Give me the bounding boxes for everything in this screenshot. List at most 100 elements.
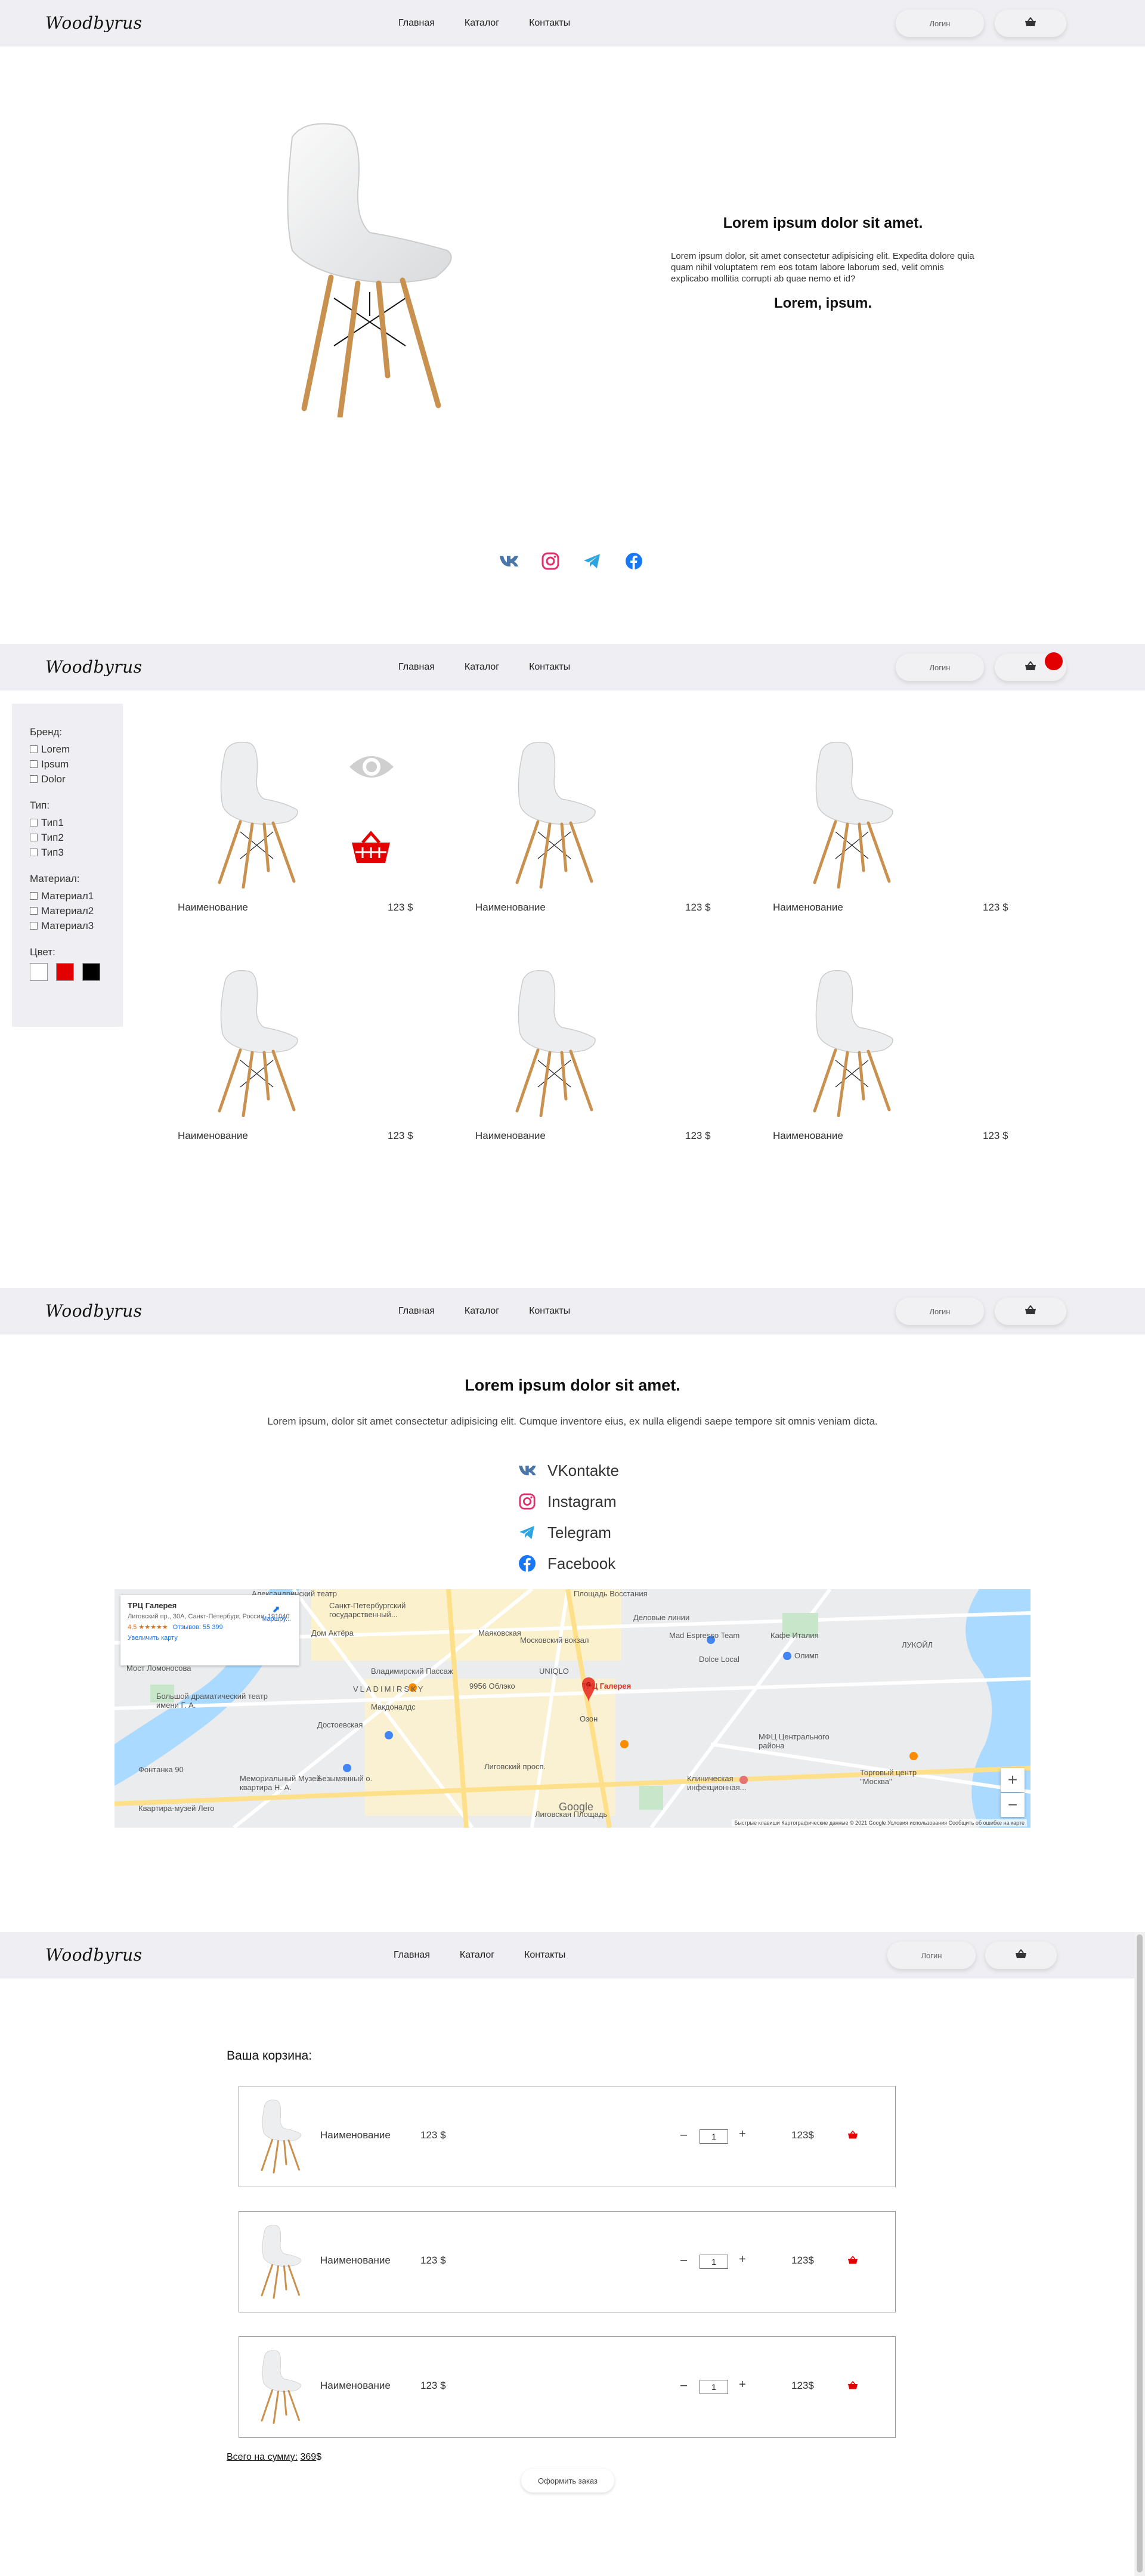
login-button[interactable]: Логин <box>896 10 984 37</box>
social-links <box>499 551 644 571</box>
checkbox[interactable] <box>30 907 38 915</box>
map-label: Площадь Восстания <box>574 1589 648 1598</box>
product-card[interactable]: Наименование 123 $ <box>773 968 1011 1147</box>
filters-panel: Бренд: Lorem Ipsum Dolor Тип: Тип1 Тип2 … <box>12 704 123 1027</box>
scrollbar[interactable] <box>1134 1932 1145 2576</box>
product-card[interactable]: Наименование 123 $ <box>178 968 416 1147</box>
remove-basket-icon[interactable] <box>847 2255 858 2267</box>
nav-contacts[interactable]: Контакты <box>529 1306 570 1317</box>
scrollbar-thumb[interactable] <box>1137 1934 1143 2572</box>
contact-link-telegram[interactable]: Telegram <box>518 1517 619 1548</box>
filter-option[interactable]: Тип3 <box>30 845 123 860</box>
contact-link-facebook[interactable]: Facebook <box>518 1548 619 1579</box>
cart-total-label: Всего на сумму: <box>227 2452 298 2462</box>
cart-item-image <box>256 2348 304 2428</box>
nav-catalog[interactable]: Каталог <box>465 1306 499 1317</box>
nav-catalog[interactable]: Каталог <box>460 1950 494 1961</box>
cart-button[interactable] <box>985 1942 1057 1969</box>
logo[interactable]: Woodbyrus <box>45 13 143 33</box>
basket-icon <box>1015 1948 1027 1962</box>
login-button[interactable]: Логин <box>896 654 984 681</box>
map-label: Dolce Local <box>699 1655 739 1664</box>
type-filter: Тип: Тип1 Тип2 Тип3 <box>30 800 123 860</box>
filter-option[interactable]: Тип1 <box>30 815 123 830</box>
product-name[interactable]: Наименование <box>178 1130 248 1142</box>
checkbox[interactable] <box>30 849 38 856</box>
filter-option[interactable]: Dolor <box>30 772 123 787</box>
contact-link-label: Instagram <box>547 1492 617 1510</box>
checkbox[interactable] <box>30 819 38 826</box>
map-route-link[interactable]: ⬈ Маршру... <box>261 1603 291 1623</box>
nav-home[interactable]: Главная <box>398 18 435 29</box>
map-zoom-out-button[interactable]: − <box>1001 1793 1025 1817</box>
nav-contacts[interactable]: Контакты <box>529 18 570 29</box>
decrease-qty-button[interactable]: – <box>680 2253 687 2267</box>
increase-qty-button[interactable]: + <box>739 2253 746 2267</box>
checkbox[interactable] <box>30 834 38 841</box>
product-card[interactable]: Наименование 123 $ <box>773 739 1011 918</box>
product-name[interactable]: Наименование <box>773 902 843 914</box>
checkbox[interactable] <box>30 745 38 753</box>
product-name[interactable]: Наименование <box>475 1130 546 1142</box>
qty-input[interactable]: 1 <box>700 2129 728 2144</box>
checkbox[interactable] <box>30 892 38 900</box>
decrease-qty-button[interactable]: – <box>680 2128 687 2142</box>
logo[interactable]: Woodbyrus <box>45 1945 143 1965</box>
nav-home[interactable]: Главная <box>398 1306 435 1317</box>
filter-option[interactable]: Материал2 <box>30 903 123 918</box>
product-price: 123 $ <box>388 902 413 913</box>
filter-option[interactable]: Тип2 <box>30 830 123 845</box>
qty-input[interactable]: 1 <box>700 2255 728 2269</box>
map-reviews-link[interactable]: Отзывов: 55 399 <box>173 1624 223 1631</box>
product-card[interactable]: Наименование 123 $ <box>475 739 714 918</box>
product-name[interactable]: Наименование <box>178 902 248 914</box>
nav-contacts[interactable]: Контакты <box>524 1950 565 1961</box>
decrease-qty-button[interactable]: – <box>680 2379 687 2392</box>
map-zoom-link[interactable]: Увеличить карту <box>128 1634 292 1642</box>
product-card[interactable]: Наименование 123 $ <box>475 968 714 1147</box>
nav-home[interactable]: Главная <box>398 662 435 673</box>
contact-link-instagram[interactable]: Instagram <box>518 1486 619 1517</box>
nav-contacts[interactable]: Контакты <box>529 662 570 673</box>
nav-catalog[interactable]: Каталог <box>465 662 499 673</box>
logo[interactable]: Woodbyrus <box>45 657 143 677</box>
checkout-button[interactable]: Оформить заказ <box>521 2469 614 2493</box>
checkbox[interactable] <box>30 760 38 768</box>
nav-catalog[interactable]: Каталог <box>465 18 499 29</box>
qty-input[interactable]: 1 <box>700 2380 728 2394</box>
product-name[interactable]: Наименование <box>773 1130 843 1142</box>
contact-link-vk[interactable]: VKontakte <box>518 1455 619 1486</box>
color-swatch-black[interactable] <box>82 963 100 981</box>
increase-qty-button[interactable]: + <box>739 2128 746 2141</box>
logo[interactable]: Woodbyrus <box>45 1301 143 1321</box>
checkbox[interactable] <box>30 775 38 783</box>
remove-basket-icon[interactable] <box>847 2130 858 2142</box>
cart-button[interactable] <box>995 1298 1066 1325</box>
filter-option[interactable]: Материал1 <box>30 888 123 903</box>
eye-icon[interactable] <box>348 751 395 785</box>
telegram-icon[interactable] <box>582 551 602 571</box>
color-swatch-red[interactable] <box>56 963 74 981</box>
product-price: 123 $ <box>983 902 1008 913</box>
login-button[interactable]: Логин <box>887 1942 976 1969</box>
product-name[interactable]: Наименование <box>475 902 546 914</box>
filter-option[interactable]: Материал3 <box>30 918 123 933</box>
add-to-cart-icon[interactable] <box>349 831 392 867</box>
cart-button[interactable] <box>995 10 1066 37</box>
increase-qty-button[interactable]: + <box>739 2378 746 2392</box>
filter-option[interactable]: Ipsum <box>30 757 123 772</box>
facebook-icon[interactable] <box>624 551 644 571</box>
google-map[interactable]: Александринский театр Площадь Восстания … <box>114 1589 1030 1828</box>
nav-home[interactable]: Главная <box>394 1950 430 1961</box>
color-swatch-white[interactable] <box>30 963 48 981</box>
cart-item-name: Наименование <box>320 2255 391 2266</box>
map-pin-label[interactable]: ТРЦ Галерея <box>582 1682 631 1690</box>
filter-option[interactable]: Lorem <box>30 742 123 757</box>
cart-item-price: 123 $ <box>420 2380 446 2391</box>
vk-icon[interactable] <box>499 551 519 571</box>
login-button[interactable]: Логин <box>896 1298 984 1325</box>
map-zoom-in-button[interactable]: + <box>1001 1768 1025 1792</box>
checkbox[interactable] <box>30 922 38 930</box>
remove-basket-icon[interactable] <box>847 2380 858 2392</box>
instagram-icon[interactable] <box>540 551 561 571</box>
